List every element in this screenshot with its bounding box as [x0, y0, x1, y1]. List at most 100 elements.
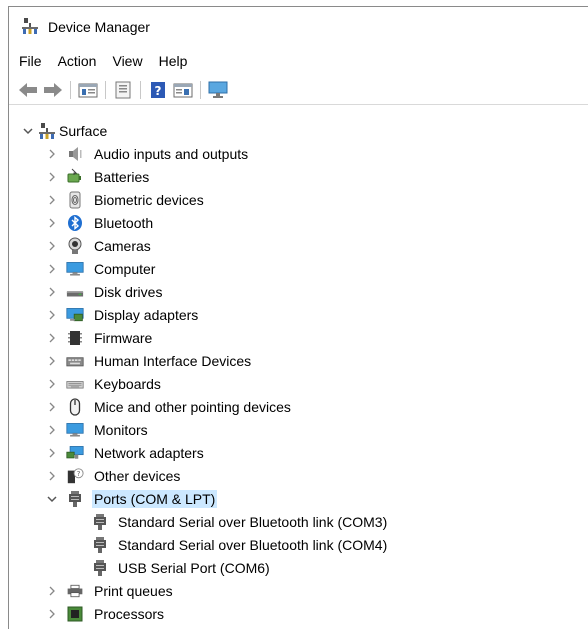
title-bar: Device Manager — [9, 7, 588, 47]
menu-action[interactable]: Action — [58, 53, 97, 69]
svg-text:?: ? — [77, 469, 81, 478]
port-connector-icon — [66, 490, 84, 508]
tree-item-bluetooth[interactable]: Bluetooth — [9, 211, 588, 234]
update-icon[interactable] — [112, 80, 134, 100]
bluetooth-icon — [66, 214, 84, 232]
chevron-right-icon[interactable] — [46, 194, 58, 206]
tree-item-label: Bluetooth — [94, 214, 154, 231]
menu-view[interactable]: View — [112, 53, 142, 69]
menu-bar: File Action View Help — [9, 47, 588, 75]
tree-item-keyboards[interactable]: Keyboards — [9, 372, 588, 395]
tree-item-firmware[interactable]: Firmware — [9, 326, 588, 349]
computer-tree-icon — [38, 122, 56, 140]
chevron-right-icon[interactable] — [46, 447, 58, 459]
monitor-icon[interactable] — [207, 80, 229, 100]
tree-item-label: Standard Serial over Bluetooth link (COM… — [118, 513, 388, 530]
tree-item-ports[interactable]: Ports (COM & LPT) — [9, 487, 588, 510]
chevron-right-icon[interactable] — [46, 148, 58, 160]
chevron-right-icon[interactable] — [46, 608, 58, 620]
tree-item-biometric[interactable]: Biometric devices — [9, 188, 588, 211]
tree-item-label: Human Interface Devices — [94, 352, 252, 369]
tree-item-label: Cameras — [94, 237, 151, 254]
display-adapter-icon — [66, 306, 84, 324]
tree-item-label: Mice and other pointing devices — [94, 398, 291, 415]
tree-child-com6[interactable]: USB Serial Port (COM6) — [9, 556, 588, 579]
speaker-icon — [66, 145, 84, 163]
chevron-right-icon[interactable] — [46, 309, 58, 321]
help-icon[interactable]: ? — [147, 80, 169, 100]
tree-item-hid[interactable]: Human Interface Devices — [9, 349, 588, 372]
chevron-right-icon[interactable] — [46, 470, 58, 482]
chevron-right-icon[interactable] — [46, 240, 58, 252]
port-connector-icon — [91, 536, 109, 554]
tree-item-batteries[interactable]: Batteries — [9, 165, 588, 188]
tree-item-other-devices[interactable]: ? Other devices — [9, 464, 588, 487]
chevron-right-icon[interactable] — [46, 424, 58, 436]
tree-item-computer[interactable]: Computer — [9, 257, 588, 280]
tree-item-label: USB Serial Port (COM6) — [118, 559, 270, 576]
chevron-right-icon[interactable] — [46, 286, 58, 298]
tree-item-print-queues[interactable]: Print queues — [9, 579, 588, 602]
tree-item-label: Computer — [94, 260, 156, 277]
tree-item-label: Other devices — [94, 467, 181, 484]
chevron-right-icon[interactable] — [46, 263, 58, 275]
network-adapter-icon — [66, 444, 84, 462]
chevron-right-icon[interactable] — [46, 378, 58, 390]
tree-child-com3[interactable]: Standard Serial over Bluetooth link (COM… — [9, 510, 588, 533]
chevron-right-icon[interactable] — [46, 217, 58, 229]
tree-item-label: Network adapters — [94, 444, 204, 461]
chevron-right-icon[interactable] — [46, 585, 58, 597]
chevron-right-icon[interactable] — [46, 401, 58, 413]
tree-item-label: Display adapters — [94, 306, 199, 323]
port-connector-icon — [91, 513, 109, 531]
tree-item-processors[interactable]: Processors — [9, 602, 588, 625]
chevron-down-icon[interactable] — [22, 125, 34, 137]
firmware-chip-icon — [66, 329, 84, 347]
tree-item-label: Monitors — [94, 421, 148, 438]
back-icon[interactable] — [17, 80, 39, 100]
properties-icon[interactable] — [77, 80, 99, 100]
device-tree: Surface Audio inputs and outputs Batteri… — [9, 105, 588, 625]
mouse-icon — [66, 397, 84, 416]
printer-icon — [66, 582, 84, 600]
tree-item-label: Keyboards — [94, 375, 161, 392]
chevron-right-icon[interactable] — [46, 332, 58, 344]
tree-item-network-adapters[interactable]: Network adapters — [9, 441, 588, 464]
tree-item-label: Standard Serial over Bluetooth link (COM… — [118, 536, 388, 553]
tree-item-label: Biometric devices — [94, 191, 204, 208]
tree-root-surface[interactable]: Surface — [9, 119, 588, 142]
tree-item-audio[interactable]: Audio inputs and outputs — [9, 142, 588, 165]
tree-item-label: Audio inputs and outputs — [94, 145, 249, 162]
toolbar-separator — [70, 80, 71, 99]
monitor-screen-icon — [66, 260, 84, 278]
disk-drive-icon — [66, 283, 84, 301]
tree-item-display-adapters[interactable]: Display adapters — [9, 303, 588, 326]
menu-help[interactable]: Help — [159, 53, 188, 69]
tree-child-com4[interactable]: Standard Serial over Bluetooth link (COM… — [9, 533, 588, 556]
toolbar-separator — [140, 80, 141, 99]
device-manager-app-icon — [21, 17, 39, 38]
forward-icon[interactable] — [42, 80, 64, 100]
show-hidden-icon[interactable] — [172, 80, 194, 100]
tree-item-monitors[interactable]: Monitors — [9, 418, 588, 441]
tree-root-label: Surface — [59, 122, 108, 139]
toolbar-separator — [200, 80, 201, 99]
chevron-down-icon[interactable] — [46, 493, 58, 505]
menu-file[interactable]: File — [19, 53, 42, 69]
chevron-right-icon[interactable] — [46, 171, 58, 183]
toolbar: ? — [9, 75, 588, 105]
svg-text:?: ? — [155, 84, 162, 98]
hid-icon — [66, 352, 84, 370]
port-connector-icon — [91, 559, 109, 577]
tree-item-label: Print queues — [94, 582, 173, 599]
tree-item-label: Batteries — [94, 168, 150, 185]
tree-item-cameras[interactable]: Cameras — [9, 234, 588, 257]
chevron-right-icon[interactable] — [46, 355, 58, 367]
tree-item-mice[interactable]: Mice and other pointing devices — [9, 395, 588, 418]
tree-item-label: Ports (COM & LPT) — [92, 489, 218, 508]
tree-item-label: Disk drives — [94, 283, 163, 300]
toolbar-separator — [105, 80, 106, 99]
camera-icon — [66, 237, 84, 255]
tree-item-disk-drives[interactable]: Disk drives — [9, 280, 588, 303]
monitor-screen-icon — [66, 421, 84, 439]
